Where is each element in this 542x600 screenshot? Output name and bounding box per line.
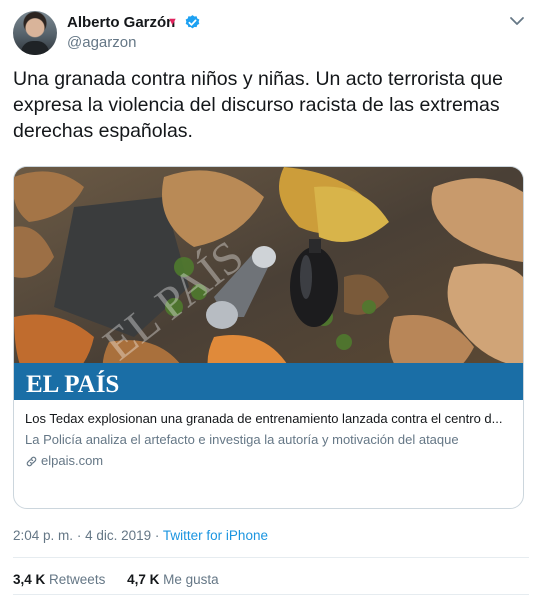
card-title[interactable]: Los Tedax explosionan una granada de ent… [25,410,512,428]
tweet-date[interactable]: 4 dic. 2019 [85,528,151,543]
divider [13,557,529,558]
retweets-count: 3,4 K [13,572,46,587]
meta-separator: · [76,528,82,543]
link-card[interactable]: EL PAÍS EL PAÍS Los Tedax explosionan un… [13,166,524,509]
retweets-stat[interactable]: 3,4 K Retweets [13,572,109,587]
likes-count: 4,7 K [127,572,160,587]
tweet-source-link[interactable]: Twitter for iPhone [163,528,268,543]
card-domain-label: elpais.com [41,453,104,468]
divider [13,594,529,595]
card-image[interactable]: EL PAÍS EL PAÍS [14,167,523,400]
card-domain[interactable]: elpais.com [25,452,512,470]
likes-label: Me gusta [163,572,219,587]
card-text: Los Tedax explosionan una granada de ent… [14,400,523,508]
likes-stat[interactable]: 4,7 K Me gusta [127,572,219,587]
chevron-down-icon[interactable] [507,11,527,31]
author-handle[interactable]: @agarzon [67,34,136,51]
heart-icon: ▼ [167,16,178,28]
meta-separator: · [154,528,160,543]
brand-logo-text: EL PAÍS [26,370,119,398]
tweet: Alberto Garzón ▼ @agarzon Una granada co… [0,0,542,600]
author-name[interactable]: Alberto Garzón [67,14,175,31]
link-icon [26,456,37,466]
avatar[interactable] [13,11,57,55]
tweet-text: Una granada contra niños y niñas. Un act… [13,68,503,142]
retweets-label: Retweets [49,572,106,587]
verified-icon [185,15,200,29]
avatar-figure [21,41,49,55]
tweet-stats: 3,4 K Retweets 4,7 K Me gusta [13,572,237,587]
tweet-meta: 2:04 p. m. · 4 dic. 2019 · Twitter for i… [13,528,268,543]
card-description: La Policía analiza el artefacto e invest… [25,432,459,447]
tweet-time[interactable]: 2:04 p. m. [13,528,73,543]
